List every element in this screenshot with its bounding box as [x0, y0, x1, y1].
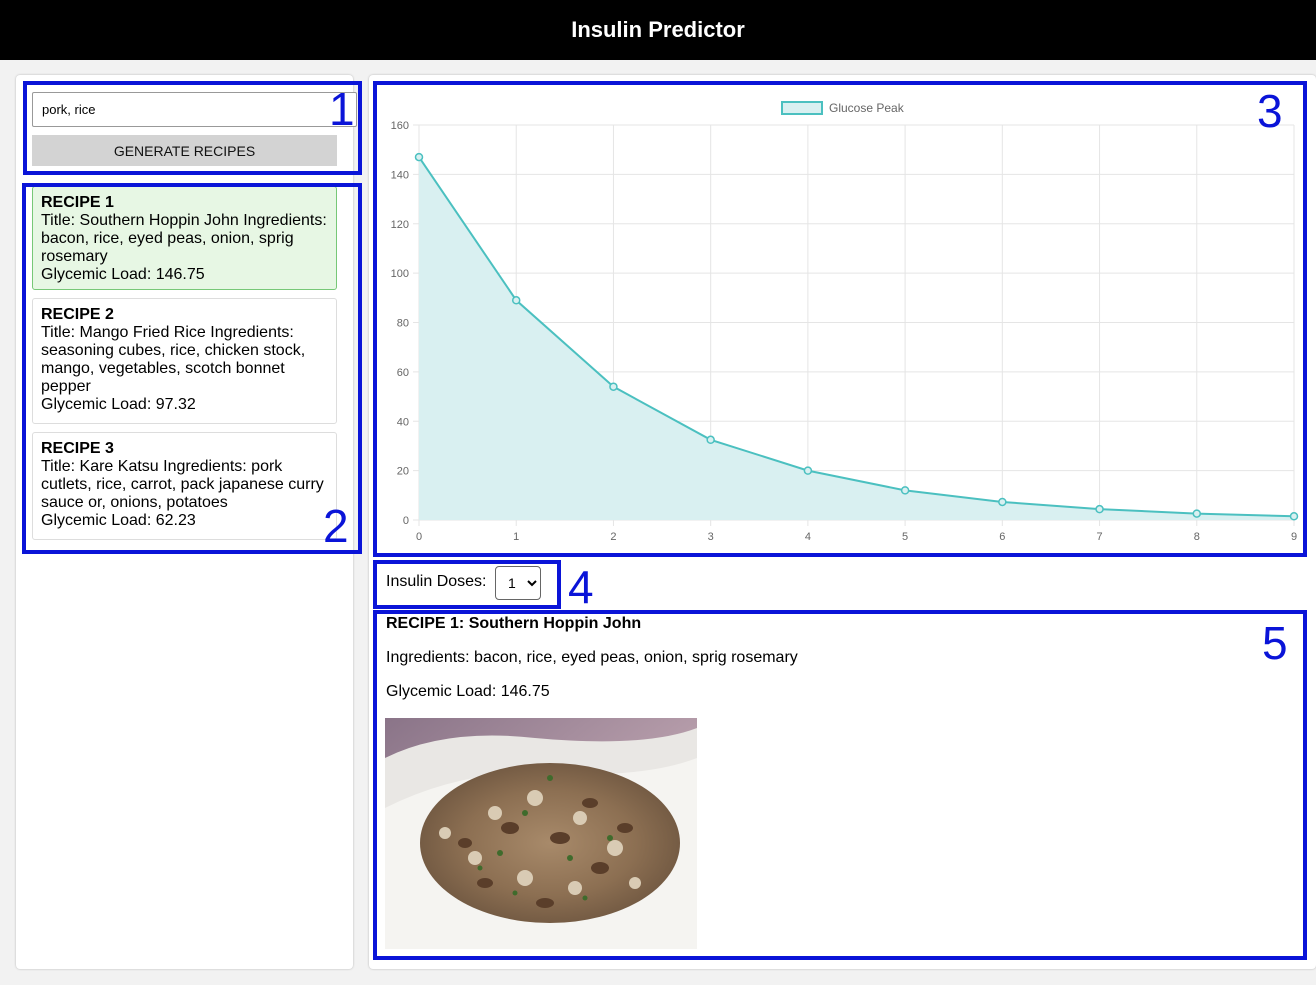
- data-point: [414, 152, 424, 162]
- y-tick-label: 120: [391, 219, 409, 231]
- recipe-label: RECIPE 3: [41, 440, 114, 457]
- y-tick-label: 140: [391, 169, 409, 181]
- y-tick-label: 100: [391, 268, 409, 280]
- x-tick-label: 1: [513, 531, 519, 543]
- generate-recipes-button[interactable]: GENERATE RECIPES: [32, 135, 337, 166]
- x-tick-label: 9: [1291, 531, 1297, 543]
- legend-swatch: [781, 101, 823, 115]
- recipe-glycemic-load: Glycemic Load: 97.32: [41, 396, 196, 413]
- data-point: [1095, 504, 1104, 514]
- detail-glycemic-load: Glycemic Load: 146.75: [386, 683, 550, 700]
- y-tick-label: 20: [397, 466, 409, 478]
- data-point: [706, 435, 715, 445]
- recipe-photo: [385, 718, 697, 949]
- ingredients-search-input[interactable]: [32, 92, 357, 127]
- x-tick-label: 3: [708, 531, 714, 543]
- data-point: [609, 382, 618, 391]
- insulin-doses-label: Insulin Doses:: [386, 573, 487, 590]
- x-tick-label: 2: [610, 531, 616, 543]
- recipe-description: Title: Mango Fried Rice Ingredients: sea…: [41, 324, 306, 395]
- glucose-peak-chart: 0 20 40 60 80 100 120 140 160 0 1 2 3 4 5 6 7 8 9 Glucose P…: [391, 101, 1299, 543]
- recipe-label: RECIPE 1: [41, 194, 114, 211]
- data-point: [511, 296, 521, 305]
- recipe-description: Title: Southern Hoppin John Ingredients:…: [41, 212, 327, 265]
- x-tick-label: 5: [902, 531, 908, 543]
- app-title: Insulin Predictor: [571, 17, 745, 42]
- y-tick-label: 160: [391, 120, 409, 132]
- data-point: [900, 486, 910, 495]
- x-tick-label: 4: [805, 531, 811, 543]
- x-tick-label: 8: [1194, 531, 1200, 543]
- legend-label: Glucose Peak: [829, 101, 905, 115]
- y-tick-label: 80: [397, 318, 409, 330]
- recipe-card-2[interactable]: RECIPE 2 Title: Mango Fried Rice Ingredi…: [32, 298, 337, 424]
- y-tick-label: 0: [403, 515, 409, 527]
- recipe-card-3[interactable]: RECIPE 3 Title: Kare Katsu Ingredients: …: [32, 432, 337, 540]
- insulin-doses-select[interactable]: 1: [495, 566, 541, 600]
- recipe-glycemic-load: Glycemic Load: 62.23: [41, 512, 196, 529]
- x-tick-label: 6: [999, 531, 1005, 543]
- detail-ingredients: Ingredients: bacon, rice, eyed peas, oni…: [386, 649, 798, 666]
- recipe-description: Title: Kare Katsu Ingredients: pork cutl…: [41, 458, 324, 511]
- series-area: [419, 157, 1294, 520]
- data-point: [803, 466, 813, 475]
- recipe-card-1[interactable]: RECIPE 1 Title: Southern Hoppin John Ing…: [32, 186, 337, 290]
- app-header: Insulin Predictor: [0, 0, 1316, 60]
- y-tick-label: 60: [397, 367, 409, 379]
- x-tick-label: 7: [1096, 531, 1102, 543]
- y-tick-label: 40: [397, 416, 409, 428]
- x-tick-label: 0: [416, 531, 422, 543]
- recipe-glycemic-load: Glycemic Load: 146.75: [41, 266, 205, 283]
- detail-title: RECIPE 1: Southern Hoppin John: [386, 615, 642, 632]
- data-point: [1289, 512, 1299, 521]
- data-point: [998, 497, 1007, 507]
- recipe-label: RECIPE 2: [41, 306, 114, 323]
- data-point: [1192, 509, 1202, 518]
